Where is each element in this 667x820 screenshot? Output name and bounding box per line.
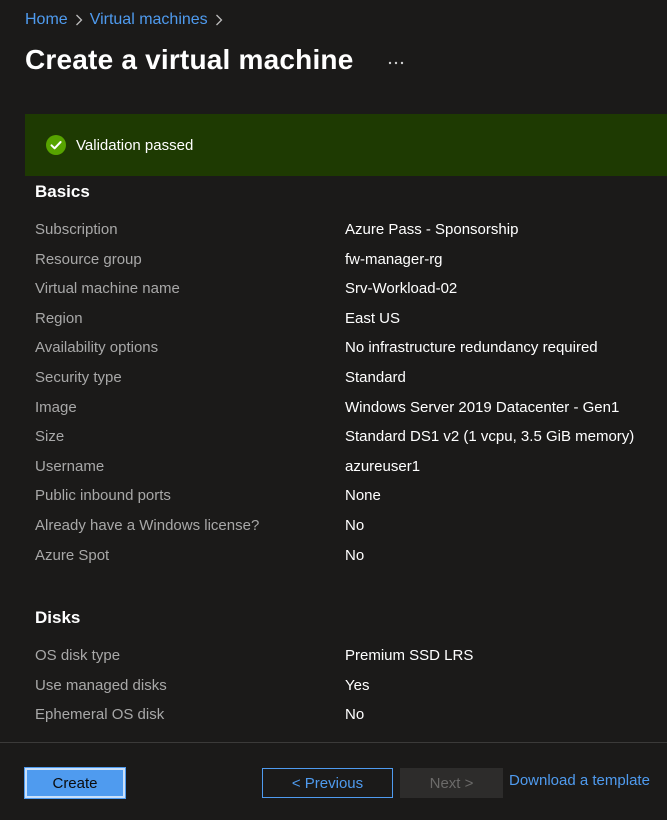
- summary-row-size: Size Standard DS1 v2 (1 vcpu, 3.5 GiB me…: [35, 428, 667, 458]
- summary-row-username: Username azureuser1: [35, 458, 667, 488]
- basics-summary-list: Subscription Azure Pass - Sponsorship Re…: [35, 221, 667, 576]
- create-button[interactable]: Create: [24, 767, 126, 799]
- row-value: No infrastructure redundancy required: [345, 339, 598, 357]
- summary-row-public-inbound-ports: Public inbound ports None: [35, 487, 667, 517]
- summary-row-vm-name: Virtual machine name Srv-Workload-02: [35, 280, 667, 310]
- row-value: No: [345, 706, 365, 724]
- row-value: No: [345, 516, 365, 534]
- summary-row-region: Region East US: [35, 310, 667, 340]
- validation-banner: Validation passed: [25, 114, 667, 176]
- summary-row-managed-disks: Use managed disks Yes: [35, 677, 667, 707]
- row-label: Username: [35, 457, 105, 475]
- ellipsis-icon[interactable]: [386, 52, 406, 72]
- row-label: Use managed disks: [35, 676, 167, 694]
- row-label: Public inbound ports: [35, 487, 171, 505]
- summary-row-ephemeral-os-disk: Ephemeral OS disk No: [35, 706, 667, 736]
- footer-divider: [0, 742, 667, 743]
- row-label: Size: [35, 428, 65, 446]
- row-value: Standard DS1 v2 (1 vcpu, 3.5 GiB memory): [345, 428, 635, 446]
- row-value: Premium SSD LRS: [345, 647, 474, 664]
- row-value: fw-manager-rg: [345, 250, 443, 268]
- row-label: Resource group: [35, 250, 142, 268]
- create-vm-page: Home Virtual machines Create a virtual m…: [0, 0, 667, 820]
- check-circle-icon: [46, 135, 66, 155]
- disks-summary-list: OS disk type Premium SSD LRS Use managed…: [35, 647, 667, 736]
- summary-row-subscription: Subscription Azure Pass - Sponsorship: [35, 221, 667, 251]
- row-value: East US: [345, 309, 401, 327]
- row-label: Already have a Windows license?: [35, 516, 260, 534]
- summary-row-image: Image Windows Server 2019 Datacenter - G…: [35, 399, 667, 429]
- row-label: Subscription: [35, 221, 118, 238]
- row-label: Azure Spot: [35, 546, 110, 564]
- basics-section-title: Basics: [35, 182, 90, 201]
- next-button: Next >: [400, 768, 503, 798]
- page-title: Create a virtual machine: [25, 44, 354, 75]
- row-value: No: [345, 546, 365, 564]
- summary-row-os-disk-type: OS disk type Premium SSD LRS: [35, 647, 667, 677]
- row-label: Image: [35, 398, 77, 416]
- summary-row-resource-group: Resource group fw-manager-rg: [35, 251, 667, 281]
- summary-row-security-type: Security type Standard: [35, 369, 667, 399]
- breadcrumb: Home Virtual machines: [25, 11, 230, 29]
- row-label: Availability options: [35, 339, 159, 357]
- previous-button[interactable]: < Previous: [262, 768, 393, 798]
- row-label: Virtual machine name: [35, 280, 180, 298]
- row-label: Ephemeral OS disk: [35, 706, 165, 724]
- download-template-link[interactable]: Download a template: [509, 772, 650, 789]
- row-value: Azure Pass - Sponsorship: [345, 221, 519, 238]
- row-value: Standard: [345, 368, 406, 386]
- row-value: Windows Server 2019 Datacenter - Gen1: [345, 398, 620, 416]
- disks-section-title: Disks: [35, 608, 81, 627]
- summary-row-azure-spot: Azure Spot No: [35, 547, 667, 577]
- chevron-right-icon: [68, 11, 90, 29]
- row-label: OS disk type: [35, 647, 121, 664]
- summary-row-availability-options: Availability options No infrastructure r…: [35, 339, 667, 369]
- breadcrumb-virtual-machines-link[interactable]: Virtual machines: [90, 11, 208, 29]
- row-value: None: [345, 487, 381, 505]
- breadcrumb-home-link[interactable]: Home: [25, 11, 68, 29]
- row-label: Security type: [35, 368, 122, 386]
- row-label: Region: [35, 309, 83, 327]
- row-value: azureuser1: [345, 457, 421, 475]
- row-value: Srv-Workload-02: [345, 280, 458, 298]
- row-value: Yes: [345, 676, 370, 694]
- summary-row-windows-license: Already have a Windows license? No: [35, 517, 667, 547]
- validation-status-text: Validation passed: [76, 136, 194, 154]
- chevron-right-icon: [208, 11, 230, 29]
